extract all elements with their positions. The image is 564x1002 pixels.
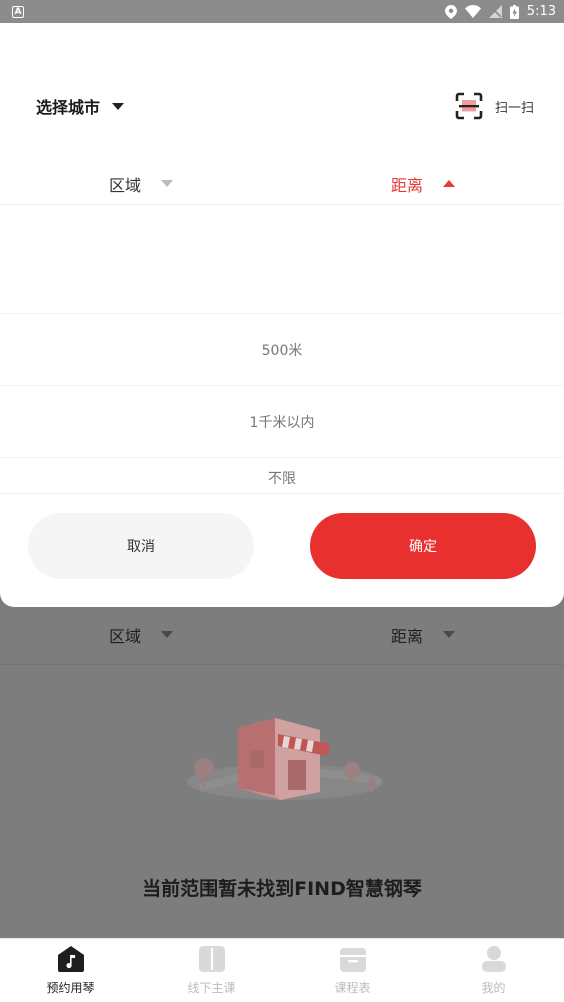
- background-region-label: 区域: [108, 626, 141, 646]
- house-music-icon: [57, 946, 84, 972]
- empty-store-illustration: [187, 718, 383, 800]
- scan-button[interactable]: 扫一扫: [455, 92, 534, 120]
- distance-option[interactable]: 不限: [0, 457, 564, 492]
- background-filter-bar: 区域 距离: [0, 605, 564, 665]
- background-distance-label: 距离: [390, 626, 423, 646]
- distance-option[interactable]: 1千米以内: [0, 385, 564, 457]
- background-region-filter: 区域: [0, 623, 282, 647]
- book-icon: [198, 946, 225, 972]
- cancel-button[interactable]: 取消: [28, 513, 254, 579]
- caret-down-icon: [161, 180, 173, 187]
- bottom-tab-bar: 预约用琴 线下主课 课程表 我的: [0, 938, 564, 1002]
- scan-label: 扫一扫: [494, 100, 534, 116]
- person-icon: [481, 946, 506, 972]
- tab-label: 课程表: [334, 981, 371, 995]
- tab-offline-lessons[interactable]: 线下主课: [141, 939, 282, 1002]
- calendar-icon: [339, 948, 366, 972]
- tab-profile[interactable]: 我的: [423, 939, 564, 1002]
- region-filter-tab[interactable]: 区域: [0, 172, 282, 196]
- distance-options-picker[interactable]: 500米 1千米以内 不限: [0, 206, 564, 492]
- tab-label: 预约用琴: [46, 981, 95, 995]
- tab-label: 线下主课: [187, 981, 236, 995]
- status-bar: A 5:13: [0, 0, 564, 23]
- caret-down-icon: [443, 631, 455, 638]
- filter-bar: 区域 距离: [0, 163, 564, 205]
- city-select-button[interactable]: 选择城市: [36, 94, 125, 118]
- tab-label: 我的: [481, 981, 506, 995]
- caret-up-icon: [443, 180, 455, 187]
- tab-schedule[interactable]: 课程表: [282, 939, 423, 1002]
- wifi-icon: [464, 5, 481, 18]
- region-filter-label: 区域: [108, 175, 141, 195]
- distance-filter-tab[interactable]: 距离: [282, 172, 564, 196]
- scan-icon: [455, 92, 483, 120]
- city-select-label: 选择城市: [36, 98, 101, 117]
- city-row: 选择城市 扫一扫: [0, 83, 564, 129]
- distance-option[interactable]: 500米: [0, 313, 564, 385]
- action-buttons: 取消 确定: [0, 493, 564, 607]
- caret-down-icon: [112, 102, 125, 110]
- confirm-button[interactable]: 确定: [310, 513, 536, 579]
- battery-charging-icon: [509, 4, 519, 19]
- notification-icon: A: [12, 5, 24, 18]
- signal-off-icon: [488, 5, 502, 18]
- filter-sheet: 选择城市 扫一扫 区域 距离 500米 1千米以内 不限 取消 确定: [0, 23, 564, 607]
- tab-book-piano[interactable]: 预约用琴: [0, 939, 141, 1002]
- background-distance-filter: 距离: [282, 623, 564, 647]
- caret-down-icon: [161, 631, 173, 638]
- status-time: 5:13: [526, 4, 556, 19]
- empty-state-message: 当前范围暂未找到FIND智慧钢琴: [142, 878, 422, 900]
- distance-filter-label: 距离: [390, 175, 423, 195]
- location-icon: [444, 4, 457, 19]
